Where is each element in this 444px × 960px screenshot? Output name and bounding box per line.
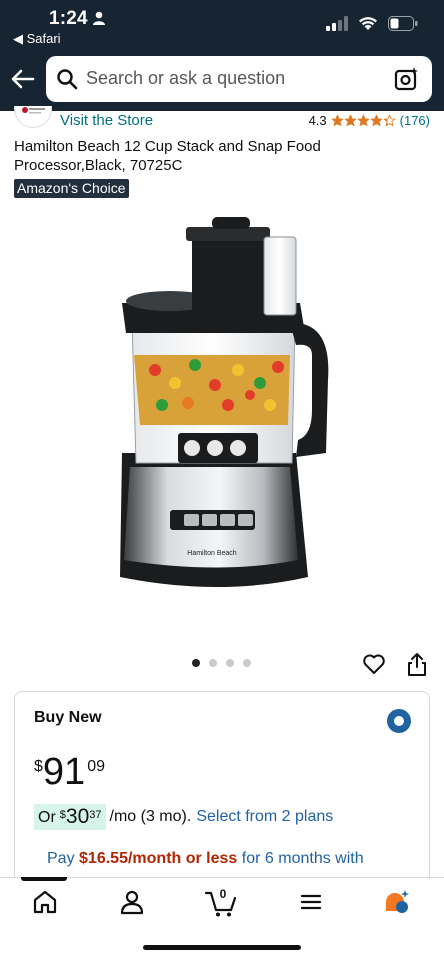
monthly-payment: Or $ 30 37 /mo (3 mo). Select from 2 pla… [34,804,333,830]
battery-icon [388,15,418,31]
search-placeholder: Search or ask a question [86,68,286,88]
back-arrow-icon[interactable] [9,65,37,93]
pay-offer[interactable]: Pay $16.55/month or less for 6 months wi… [47,850,364,868]
star-icon [344,114,356,127]
share-icon[interactable] [405,651,429,677]
star-rating [331,114,396,127]
visit-store-link[interactable]: Visit the Store [60,112,153,129]
rating-count[interactable]: (176) [400,113,430,128]
camera-search-icon[interactable] [394,66,420,92]
status-indicators [326,14,418,32]
back-to-safari[interactable]: ◀ Safari [13,31,61,47]
search-row: Search or ask a question [0,56,444,102]
rufus-icon[interactable] [384,889,410,915]
buy-new-radio[interactable] [387,709,411,733]
image-carousel-dots[interactable] [192,659,251,667]
star-icon [370,114,382,127]
brand-text: Hamilton Beach [187,550,237,557]
home-icon[interactable] [32,889,58,915]
menu-icon[interactable] [298,889,324,915]
product-image[interactable]: Hamilton Beach [100,205,340,605]
carousel-dot[interactable] [209,659,217,667]
monthly-highlight: Or $ 30 37 [34,804,106,830]
cart-count: 0 [219,887,227,901]
home-indicator[interactable] [143,945,301,950]
signal-icon [326,15,348,31]
product-title: Hamilton Beach 12 Cup Stack and Snap Foo… [14,138,321,174]
carousel-dot[interactable] [243,659,251,667]
select-plans-link[interactable]: Select from 2 plans [196,808,333,826]
price-whole: 91 [42,751,86,793]
heart-icon[interactable] [362,652,386,676]
price-fraction: 09 [87,758,105,775]
star-icon [383,114,395,127]
pay-amount: $16.55/month or less [79,850,238,867]
cart-button[interactable]: 0 [204,887,238,917]
search-input[interactable]: Search or ask a question [46,56,432,102]
rating-value: 4.3 [308,113,327,128]
carousel-dot[interactable] [226,659,234,667]
star-icon [357,114,369,127]
buy-new-title: Buy New [34,709,102,726]
pay-prefix: Pay [47,850,75,867]
star-icon [331,114,343,127]
pay-suffix: for 6 months with [241,850,364,867]
monthly-whole: 30 [65,805,90,828]
account-icon[interactable] [119,889,145,915]
store-logo[interactable] [14,106,52,128]
monthly-suffix: /mo (3 mo). [109,808,192,825]
rating-summary[interactable]: 4.3 (176) [309,113,430,128]
wifi-icon [359,16,377,30]
search-icon [57,69,78,90]
monthly-prefix: Or [38,809,56,826]
status-time: 1:24 [49,8,88,29]
price: $ 91 09 [34,752,105,792]
price-symbol: $ [34,758,43,775]
person-icon [93,11,105,25]
carousel-dot[interactable] [192,659,200,667]
browser-header: 1:24 ◀ Safari Search or ask a question [0,0,444,111]
amazons-choice-badge: Amazon's Choice [14,179,129,198]
monthly-fraction: 37 [89,809,102,821]
active-tab-indicator [21,877,67,881]
